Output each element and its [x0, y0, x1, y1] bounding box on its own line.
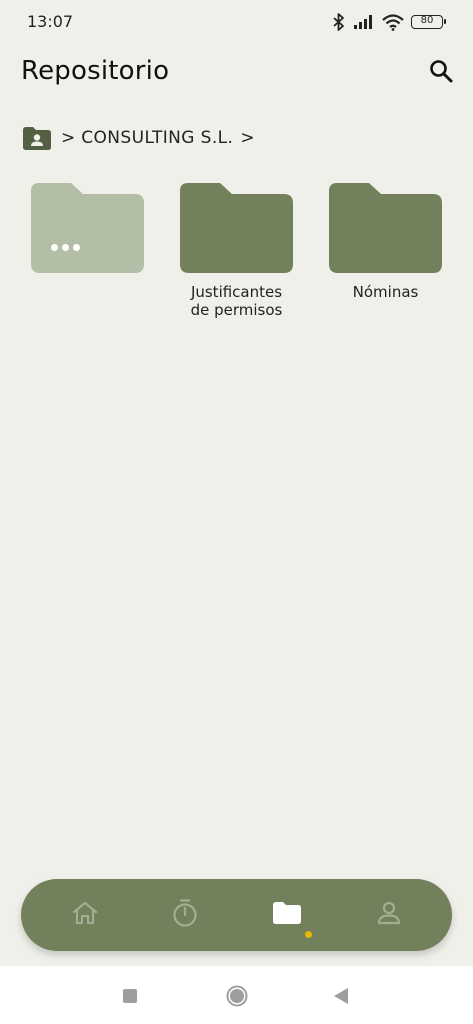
folder-icon [31, 183, 144, 273]
home-circle-icon[interactable] [226, 985, 248, 1007]
nav-timer[interactable] [167, 897, 203, 933]
more-dots-icon [51, 244, 80, 251]
breadcrumb-separator: > [240, 128, 255, 148]
status-icons: 80 [332, 11, 446, 33]
breadcrumb: > CONSULTING S.L. > [23, 125, 255, 151]
status-time: 13:07 [27, 12, 74, 31]
folder-icon [329, 183, 442, 273]
profile-icon [375, 899, 403, 931]
breadcrumb-item-consulting[interactable]: CONSULTING S.L. [81, 128, 233, 148]
page-title: Repositorio [21, 56, 170, 86]
folder-label: Justificantes de permisos [190, 283, 283, 319]
stopwatch-icon [171, 898, 199, 932]
search-icon [428, 58, 454, 88]
folder-nominas[interactable]: Nóminas [329, 183, 442, 301]
home-icon [71, 900, 99, 930]
bluetooth-icon [332, 13, 346, 31]
bottom-nav [21, 879, 452, 951]
breadcrumb-separator: > [61, 128, 76, 148]
battery-icon: 80 [411, 15, 446, 29]
folder-icon [180, 183, 293, 273]
search-button[interactable] [423, 56, 459, 90]
nav-profile[interactable] [371, 897, 407, 933]
folder-justificantes[interactable]: Justificantes de permisos [180, 183, 293, 319]
nav-home[interactable] [67, 897, 103, 933]
folder-icon [272, 901, 302, 929]
nav-repository[interactable] [269, 897, 305, 933]
wifi-icon [382, 13, 404, 31]
status-bar: 13:07 80 [0, 0, 473, 44]
repository-screen: 13:07 80 Repositorio > CONSULTING S.L. > [0, 0, 473, 1024]
folder-person-icon[interactable] [23, 126, 51, 150]
battery-level: 80 [420, 15, 434, 26]
back-triangle-icon[interactable] [330, 985, 352, 1007]
folder-more[interactable] [31, 183, 144, 273]
active-indicator-dot [305, 931, 312, 938]
folder-label: Nóminas [352, 283, 419, 301]
signal-icon [353, 14, 375, 30]
recents-square-icon[interactable] [119, 985, 141, 1007]
system-nav-bar [0, 966, 473, 1024]
